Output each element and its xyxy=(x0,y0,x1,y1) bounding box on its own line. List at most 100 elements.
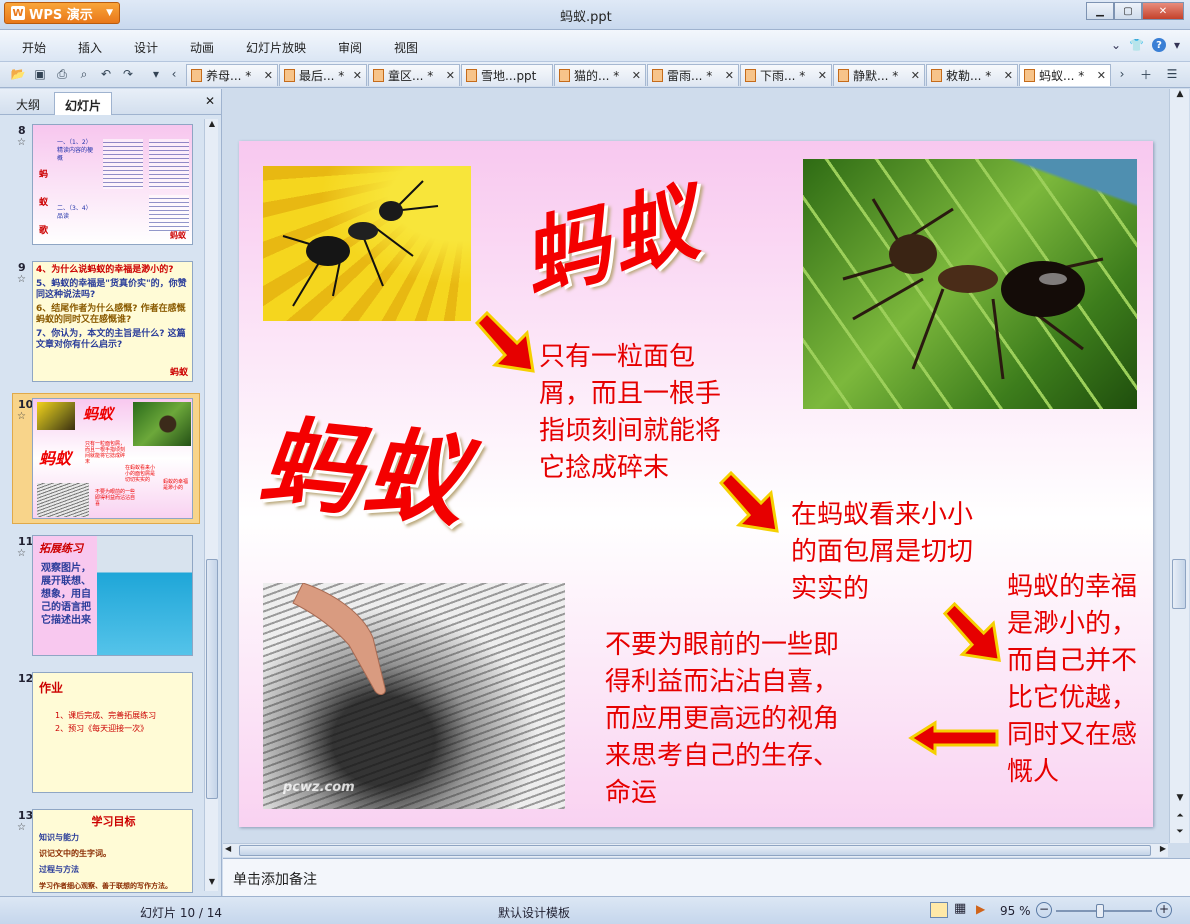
thumbnail-scrollbar-thumb[interactable] xyxy=(206,559,218,799)
arrow-left-icon[interactable] xyxy=(907,719,1001,757)
menu-animation[interactable]: 动画 xyxy=(190,39,214,56)
text-box-crumb[interactable]: 只有一粒面包屑，而且一根手指顷刻间就能将它捻成碎末 xyxy=(539,339,744,487)
zoom-level[interactable]: 95 % xyxy=(1000,904,1031,918)
print-icon[interactable]: ⎙ xyxy=(54,66,70,82)
close-tab-icon[interactable]: ✕ xyxy=(626,69,641,82)
horizontal-scrollbar-thumb[interactable] xyxy=(239,845,1151,856)
slide-sorter-icon[interactable]: ▦ xyxy=(954,901,966,916)
ppt-file-icon xyxy=(284,69,295,82)
scroll-tabs-left-icon[interactable]: ‹ xyxy=(166,66,182,82)
tab-outline[interactable]: 大纲 xyxy=(6,92,50,115)
print-preview-icon[interactable]: ⌕ xyxy=(76,66,92,82)
slide-canvas[interactable]: pcwz.com 蚂蚁 蚂蚁 只有一粒面包屑，而且一根手指顷刻间就能将它捻成碎末… xyxy=(239,141,1153,827)
arrow-down-right-icon[interactable] xyxy=(939,597,1007,671)
chevron-down-icon[interactable]: ▾ xyxy=(1174,38,1180,52)
text-box-real[interactable]: 在蚂蚁看来小小的面包屑是切切实实的 xyxy=(791,497,975,608)
slide-counter: 幻灯片 10 / 14 xyxy=(140,906,223,920)
scroll-right-icon[interactable]: ▶ xyxy=(1160,844,1166,853)
ant-illustration xyxy=(282,180,439,307)
scroll-left-icon[interactable]: ◀ xyxy=(225,844,231,853)
slide-thumbnail-9[interactable]: 9 ☆ 4、为什么说蚂蚁的幸福是渺小的? 5、蚂蚁的幸福是"货真价实"的，你赞同… xyxy=(0,261,204,389)
tab-document[interactable]: 养母... * ✕ xyxy=(186,64,278,86)
scroll-tabs-right-icon[interactable]: › xyxy=(1114,66,1130,82)
save-icon[interactable]: ▣ xyxy=(32,66,48,82)
skin-icon[interactable]: 👕 xyxy=(1129,38,1144,52)
slide-scrollbar-thumb[interactable] xyxy=(1172,559,1186,609)
close-tab-icon[interactable]: ✕ xyxy=(258,69,273,82)
menu-view[interactable]: 视图 xyxy=(394,39,418,56)
zoom-slider-handle[interactable] xyxy=(1096,904,1104,918)
chevron-down-icon: ▼ xyxy=(106,8,113,18)
menu-design[interactable]: 设计 xyxy=(134,39,158,56)
menu-slideshow[interactable]: 幻灯片放映 xyxy=(246,39,306,56)
notes-pane[interactable]: 单击添加备注 xyxy=(223,858,1190,896)
undo-icon[interactable]: ↶ xyxy=(98,66,114,82)
slide-title-left[interactable]: 蚂蚁 xyxy=(254,381,476,547)
maximize-button[interactable]: ▢ xyxy=(1114,2,1142,20)
tab-document-active[interactable]: 蚂蚁... * ✕ xyxy=(1019,64,1111,86)
slideshow-icon[interactable]: ▶ xyxy=(976,902,985,916)
slide-thumbnail-11[interactable]: 11 ☆ 拓展练习 观察图片，展开联想、想象，用自己的语言把它描述出来 xyxy=(0,535,204,663)
notes-placeholder[interactable]: 单击添加备注 xyxy=(233,869,317,889)
close-tab-icon[interactable]: ✕ xyxy=(905,69,920,82)
open-folder-icon[interactable]: 📂 xyxy=(10,66,26,82)
tab-list-icon[interactable]: ☰ xyxy=(1164,66,1180,82)
next-slide-icon[interactable]: ⏷ xyxy=(1170,827,1190,843)
scroll-up-icon[interactable]: ▲ xyxy=(1170,89,1190,105)
tab-document[interactable]: 雷雨... * ✕ xyxy=(647,64,739,86)
tab-document[interactable]: 雪地...ppt xyxy=(461,64,553,86)
thumbnail-scrollbar[interactable]: ▲ ▼ xyxy=(204,119,218,891)
redo-icon[interactable]: ↷ xyxy=(120,66,136,82)
minimize-button[interactable]: ▁ xyxy=(1086,2,1114,20)
zoom-in-icon[interactable]: + xyxy=(1156,902,1172,918)
slide-vertical-scrollbar[interactable]: ▲ ▼ ⏶ ⏷ xyxy=(1169,89,1189,843)
close-tab-icon[interactable]: ✕ xyxy=(440,69,455,82)
zoom-out-icon[interactable]: − xyxy=(1036,902,1052,918)
zoom-slider[interactable] xyxy=(1056,910,1152,912)
menu-review[interactable]: 审阅 xyxy=(338,39,362,56)
slide-thumbnail-8[interactable]: 8 ☆ 蚂 蚁 歌 表 一、（1、2）精读内容的梗概 二、（3、4）品读 蚂蚁 xyxy=(0,124,204,252)
watermark: pcwz.com xyxy=(283,780,355,795)
arrow-down-right-icon[interactable] xyxy=(471,309,541,379)
collapse-ribbon-icon[interactable]: ⌄ xyxy=(1111,38,1121,52)
slide-title-top[interactable]: 蚂蚁 xyxy=(507,151,712,316)
tab-document[interactable]: 下雨... * ✕ xyxy=(740,64,832,86)
slide-thumbnail-12[interactable]: 12 作业 1、课后完成、完善拓展练习 2、预习《每天迎接一次》 xyxy=(0,672,204,800)
previous-slide-icon[interactable]: ⏶ xyxy=(1170,811,1190,827)
close-tab-icon[interactable]: ✕ xyxy=(347,69,362,82)
tab-document[interactable]: 最后... * ✕ xyxy=(279,64,367,86)
help-icon[interactable]: ? xyxy=(1151,38,1166,52)
close-pane-icon[interactable]: ✕ xyxy=(205,94,215,108)
tab-document[interactable]: 猫的... * ✕ xyxy=(554,64,646,86)
tab-document[interactable]: 敕勒... * ✕ xyxy=(926,64,1018,86)
menu-insert[interactable]: 插入 xyxy=(78,39,102,56)
quick-access-dropdown-icon[interactable]: ▾ xyxy=(148,66,164,82)
text-box-lesson[interactable]: 不要为眼前的一些即得利益而沾沾自喜，而应用更高远的视角来思考自己的生存、命运 xyxy=(605,627,851,812)
new-tab-icon[interactable]: ＋ xyxy=(1138,66,1154,82)
close-tab-icon[interactable]: ✕ xyxy=(719,69,734,82)
title-bar: W WPS 演示 ▼ 蚂蚁.ppt ▁ ▢ ✕ xyxy=(0,0,1190,30)
wps-menu-button[interactable]: W WPS 演示 ▼ xyxy=(4,2,120,24)
tab-slides[interactable]: 幻灯片 xyxy=(54,92,113,115)
ppt-file-icon xyxy=(559,69,570,82)
photo-ant-on-leaf[interactable] xyxy=(803,159,1137,409)
slide-thumbnail-10[interactable]: 10 ☆ 蚂蚁 蚂蚁 只有一粒面包屑，而且一根手指顷刻间就能将它捻成碎末 在蚂蚁… xyxy=(0,398,204,526)
template-name[interactable]: 默认设计模板 xyxy=(498,904,570,921)
slide-horizontal-scrollbar[interactable]: ◀ ▶ xyxy=(223,843,1168,857)
slide-thumbnail-13[interactable]: 13 ☆ 学习目标 知识与能力 识记文中的生字词。 过程与方法 学习作者细心观察… xyxy=(0,809,204,893)
photo-ant-on-flower[interactable] xyxy=(263,166,471,321)
scroll-down-icon[interactable]: ▼ xyxy=(1170,793,1190,809)
ppt-file-icon xyxy=(745,69,756,82)
tab-document[interactable]: 童区... * ✕ xyxy=(368,64,460,86)
animation-star-icon: ☆ xyxy=(17,411,26,422)
close-tab-icon[interactable]: ✕ xyxy=(812,69,827,82)
close-tab-icon[interactable]: ✕ xyxy=(1091,69,1106,82)
normal-view-icon[interactable] xyxy=(930,902,948,918)
photo-finger-crumbs[interactable]: pcwz.com xyxy=(263,583,565,809)
close-tab-icon[interactable]: ✕ xyxy=(998,69,1013,82)
close-window-button[interactable]: ✕ xyxy=(1142,2,1184,20)
tab-document[interactable]: 静默... * ✕ xyxy=(833,64,925,86)
arrow-down-right-icon[interactable] xyxy=(715,469,785,535)
text-box-happiness[interactable]: 蚂蚁的幸福是渺小的，而自己并不比它优越，同时又在感慨人 xyxy=(1007,569,1147,791)
menu-home[interactable]: 开始 xyxy=(22,39,46,56)
